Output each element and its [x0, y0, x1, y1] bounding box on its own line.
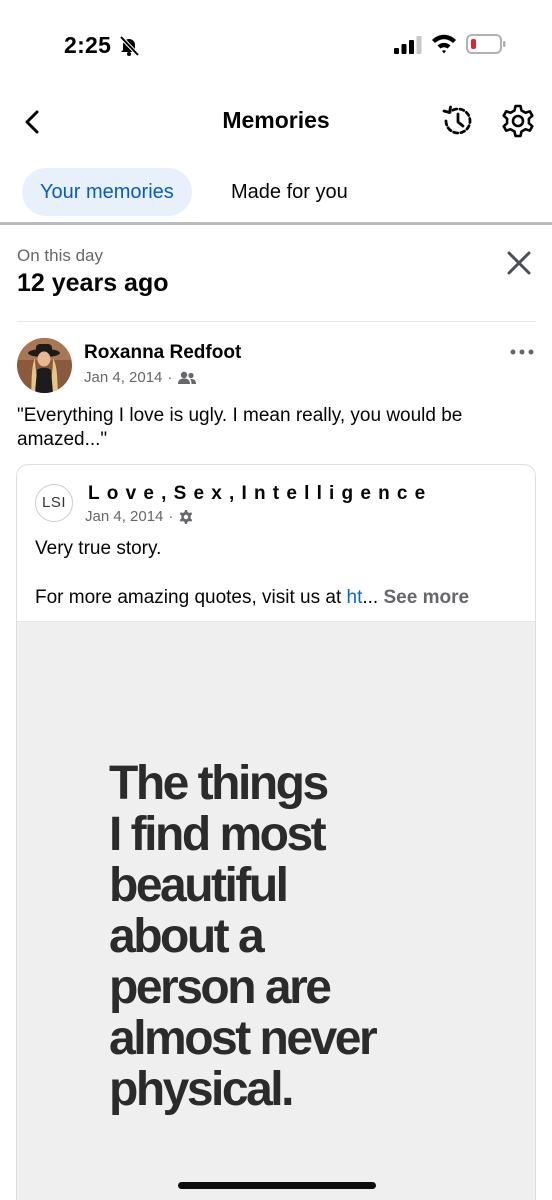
shared-link[interactable]: ht — [347, 587, 363, 608]
memories-tabs: Your memories Made for you — [0, 166, 552, 222]
meta-separator: · — [167, 369, 173, 386]
quote-line: The things — [109, 757, 329, 810]
see-more-link[interactable]: See more — [384, 587, 470, 608]
author-name[interactable]: Roxanna Redfoot — [84, 342, 241, 364]
close-icon — [507, 251, 531, 275]
more-horizontal-icon — [510, 349, 534, 355]
tab-your-memories[interactable]: Your memories — [22, 168, 192, 216]
quote-line: I find most — [109, 808, 327, 861]
on-this-day-label: On this day — [17, 246, 103, 265]
settings-button[interactable] — [500, 103, 536, 139]
post-meta: Jan 4, 2014 · — [84, 369, 197, 386]
section-divider — [17, 321, 536, 322]
profile-photo — [17, 338, 72, 393]
tab-made-for-you[interactable]: Made for you — [213, 168, 366, 216]
quote-line: person are — [109, 961, 332, 1014]
header: Memories — [0, 92, 552, 152]
close-button[interactable] — [504, 248, 534, 278]
wifi-icon — [432, 34, 456, 54]
quote-image[interactable]: The things I find most beautiful about a… — [17, 621, 535, 1200]
battery-low-icon — [466, 34, 506, 54]
history-clock-icon — [442, 105, 472, 135]
post-date[interactable]: Jan 4, 2014 — [84, 369, 162, 386]
shared-post-date[interactable]: Jan 4, 2014 — [85, 508, 163, 525]
more-options-button[interactable] — [509, 345, 535, 359]
status-time: 2:25 — [64, 32, 112, 58]
quote-line: about a — [109, 910, 265, 963]
avatar[interactable] — [17, 338, 72, 393]
gear-icon — [502, 104, 534, 138]
page-logo[interactable]: LSI — [35, 484, 73, 522]
bell-slash-icon — [119, 35, 140, 57]
quote-line: beautiful — [109, 859, 289, 912]
meta-separator: · — [168, 508, 174, 525]
quote-text: The things I find most beautiful about a… — [109, 757, 378, 1116]
shared-text-prefix: For more amazing quotes, visit us at — [35, 587, 347, 608]
page-logo-text: LSI — [41, 494, 66, 511]
years-ago-heading: 12 years ago — [17, 269, 169, 297]
quote-line: physical. — [109, 1063, 294, 1116]
history-button[interactable] — [440, 103, 476, 139]
quote-line: almost never — [109, 1012, 378, 1065]
post-text: "Everything I love is ugly. I mean reall… — [17, 405, 463, 450]
tabs-divider — [0, 222, 552, 225]
home-indicator[interactable] — [178, 1182, 376, 1189]
friends-icon — [178, 371, 197, 384]
shared-post-meta: Jan 4, 2014 · — [85, 508, 194, 525]
shared-post-text-more: For more amazing quotes, visit us at ht.… — [35, 587, 469, 609]
shared-post-card[interactable]: LSI Love,Sex,Intelligence Jan 4, 2014 · … — [16, 464, 536, 1200]
shared-page-name[interactable]: Love,Sex,Intelligence — [88, 483, 432, 505]
status-bar: 2:25 — [0, 0, 552, 92]
cellular-signal-icon — [394, 36, 422, 54]
shared-post-text: Very true story. — [35, 538, 162, 559]
ellipsis: ... — [362, 587, 379, 608]
gear-icon — [180, 509, 193, 524]
